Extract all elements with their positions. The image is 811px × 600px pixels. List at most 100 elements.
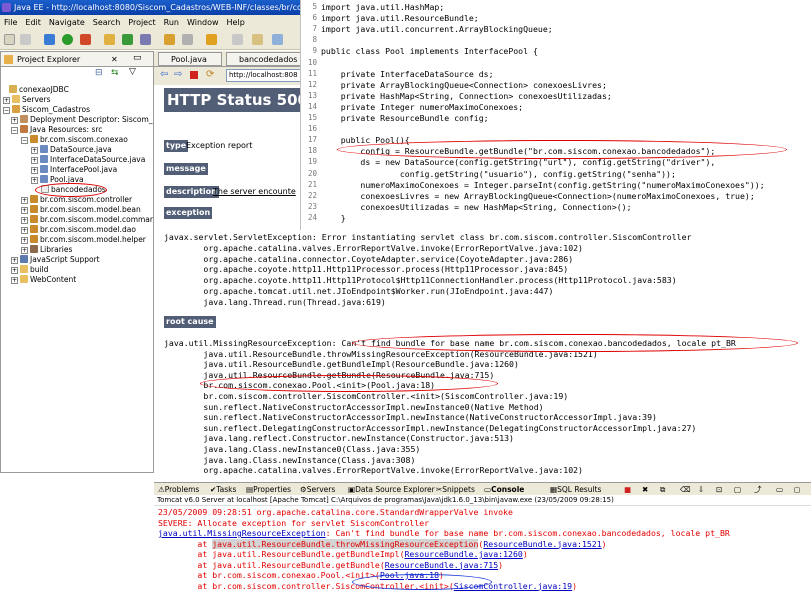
- refresh-icon[interactable]: ⟳: [206, 69, 214, 80]
- tab-properties[interactable]: ▤ Properties: [246, 483, 291, 495]
- forward-arrow-icon[interactable]: ⇨: [174, 69, 182, 80]
- back-icon[interactable]: [272, 34, 283, 45]
- expand-icon[interactable]: +: [21, 217, 28, 224]
- tree-item-bancodedados[interactable]: bancodedados: [41, 185, 106, 195]
- search-icon[interactable]: [182, 34, 193, 45]
- tree-item-package-model-command[interactable]: + br.com.siscom.model.commar: [21, 215, 153, 225]
- tree-item-package-controller[interactable]: + br.com.siscom.controller: [21, 195, 132, 205]
- remove-launch-icon[interactable]: ✖: [642, 483, 648, 495]
- expand-icon[interactable]: +: [31, 157, 38, 164]
- expand-icon[interactable]: +: [11, 267, 18, 274]
- remove-all-icon[interactable]: ⧉: [660, 483, 665, 495]
- expand-icon[interactable]: +: [31, 177, 38, 184]
- tree-item-conexaojdbc[interactable]: conexaoJDBC: [9, 85, 69, 95]
- link-editor-icon[interactable]: ⇆: [111, 68, 119, 78]
- collapse-icon[interactable]: −: [3, 107, 10, 114]
- open-folder-icon[interactable]: [164, 34, 175, 45]
- expand-icon[interactable]: +: [31, 167, 38, 174]
- tab-console[interactable]: ▭ Console: [484, 483, 524, 495]
- menu-file[interactable]: File: [0, 18, 21, 27]
- maximize-icon[interactable]: ◻: [794, 483, 800, 495]
- frame-source-link[interactable]: ResourceBundle.java:715: [385, 560, 498, 570]
- tab-problems[interactable]: ⚠ Problems: [158, 483, 199, 495]
- menu-navigate[interactable]: Navigate: [45, 18, 89, 27]
- code-editor[interactable]: 5 import java.util.HashMap; 6 import java.u…: [300, 0, 811, 230]
- frame-source-link[interactable]: SiscomController.java:19: [454, 581, 572, 591]
- clear-console-icon[interactable]: ⌫: [680, 483, 691, 495]
- minimize-icon[interactable]: ▭: [133, 51, 142, 66]
- expand-icon[interactable]: +: [21, 227, 28, 234]
- new-java-project-icon[interactable]: [104, 34, 115, 45]
- view-menu-icon[interactable]: ▽: [129, 67, 136, 77]
- expand-icon[interactable]: +: [21, 237, 28, 244]
- open-type-icon[interactable]: [140, 34, 151, 45]
- external-tools-icon[interactable]: [80, 34, 91, 45]
- tree-item-interfacedatasource-java[interactable]: + InterfaceDataSource.java: [31, 155, 145, 165]
- tree-item-package-model-helper[interactable]: + br.com.siscom.model.helper: [21, 235, 146, 245]
- expand-icon[interactable]: +: [21, 247, 28, 254]
- expand-icon[interactable]: +: [31, 147, 38, 154]
- tab-data-source-explorer[interactable]: ▣ Data Source Explorer: [348, 483, 435, 495]
- frame-source-link[interactable]: Pool.java:18: [380, 570, 439, 580]
- menu-project[interactable]: Project: [124, 18, 159, 27]
- pin-console-icon[interactable]: ⊡: [716, 483, 722, 495]
- prev-annotation-icon[interactable]: [232, 34, 243, 45]
- tree-item-package-model-bean[interactable]: + br.com.siscom.model.bean: [21, 205, 141, 215]
- tab-tasks[interactable]: ✔ Tasks: [210, 483, 236, 495]
- display-console-icon[interactable]: ▢: [734, 483, 741, 495]
- expand-icon[interactable]: +: [11, 257, 18, 264]
- frame-source-link[interactable]: ResourceBundle.java:1260: [405, 549, 523, 559]
- tree-item-pool-java[interactable]: + Pool.java: [31, 175, 84, 185]
- tab-pool-java[interactable]: Pool.java: [158, 52, 222, 66]
- expand-icon[interactable]: +: [11, 117, 18, 124]
- frame-source-link[interactable]: ResourceBundle.java:1521: [483, 539, 601, 549]
- project-explorer-tab[interactable]: Project Explorer ✕ ▭: [0, 51, 154, 67]
- back-arrow-icon[interactable]: ⇦: [160, 69, 168, 80]
- run-icon[interactable]: [62, 34, 73, 45]
- expand-icon[interactable]: +: [21, 197, 28, 204]
- tree-item-deployment-descriptor[interactable]: + Deployment Descriptor: Siscom_C: [11, 115, 153, 125]
- stop-icon[interactable]: [190, 71, 198, 79]
- new-class-icon[interactable]: [122, 34, 133, 45]
- menu-help[interactable]: Help: [223, 18, 249, 27]
- menu-run[interactable]: Run: [160, 18, 183, 27]
- tree-item-javascript-support[interactable]: + JavaScript Support: [11, 255, 100, 265]
- tree-item-java-resources[interactable]: − Java Resources: src: [11, 125, 102, 135]
- package-icon: [30, 215, 38, 223]
- debug-icon[interactable]: [44, 34, 55, 45]
- tree-item-libraries[interactable]: + Libraries: [21, 245, 72, 255]
- console-output[interactable]: 23/05/2009 09:28:51 org.apache.catalina.…: [154, 506, 811, 600]
- new-icon[interactable]: [4, 34, 15, 45]
- tree-item-datasource-java[interactable]: + DataSource.java: [31, 145, 112, 155]
- pencil-icon[interactable]: [206, 34, 217, 45]
- collapse-all-icon[interactable]: ⊟: [95, 68, 103, 78]
- tab-servers[interactable]: ⚙ Servers: [300, 483, 335, 495]
- collapse-icon[interactable]: −: [11, 127, 18, 134]
- menu-edit[interactable]: Edit: [21, 18, 45, 27]
- terminate-icon[interactable]: ■: [624, 483, 631, 495]
- menu-search[interactable]: Search: [89, 18, 124, 27]
- expand-icon[interactable]: +: [11, 277, 18, 284]
- tree-item-package-conexao[interactable]: − br.com.siscom.conexao: [21, 135, 128, 145]
- tree-item-siscom-cadastros[interactable]: − Siscom_Cadastros: [3, 105, 90, 115]
- open-console-icon[interactable]: ⤴: [754, 483, 762, 495]
- tree-item-build[interactable]: + build: [11, 265, 48, 275]
- scroll-lock-icon[interactable]: ⇩: [698, 483, 704, 495]
- tab-snippets[interactable]: ✂ Snippets: [436, 483, 475, 495]
- minimize-icon[interactable]: ▭: [776, 483, 783, 495]
- last-edit-icon[interactable]: [252, 34, 263, 45]
- expand-icon[interactable]: +: [3, 97, 10, 104]
- collapse-icon[interactable]: −: [21, 137, 28, 144]
- menu-bar: File Edit Navigate Search Project Run Window He…: [0, 15, 320, 30]
- tree-item-servers[interactable]: + Servers: [3, 95, 51, 105]
- java-file-icon: [40, 165, 48, 173]
- tree-item-webcontent[interactable]: + WebContent: [11, 275, 76, 285]
- tree-item-interfacepool-java[interactable]: + InterfacePool.java: [31, 165, 117, 175]
- save-icon[interactable]: [20, 34, 31, 45]
- expand-icon[interactable]: +: [21, 207, 28, 214]
- tab-sql-results[interactable]: ▦ SQL Results: [550, 483, 601, 495]
- tree-item-package-model-dao[interactable]: + br.com.siscom.model.dao: [21, 225, 136, 235]
- exception-link[interactable]: java.util.MissingResourceException: [158, 528, 326, 538]
- menu-window[interactable]: Window: [183, 18, 223, 27]
- close-icon[interactable]: ✕: [111, 52, 118, 67]
